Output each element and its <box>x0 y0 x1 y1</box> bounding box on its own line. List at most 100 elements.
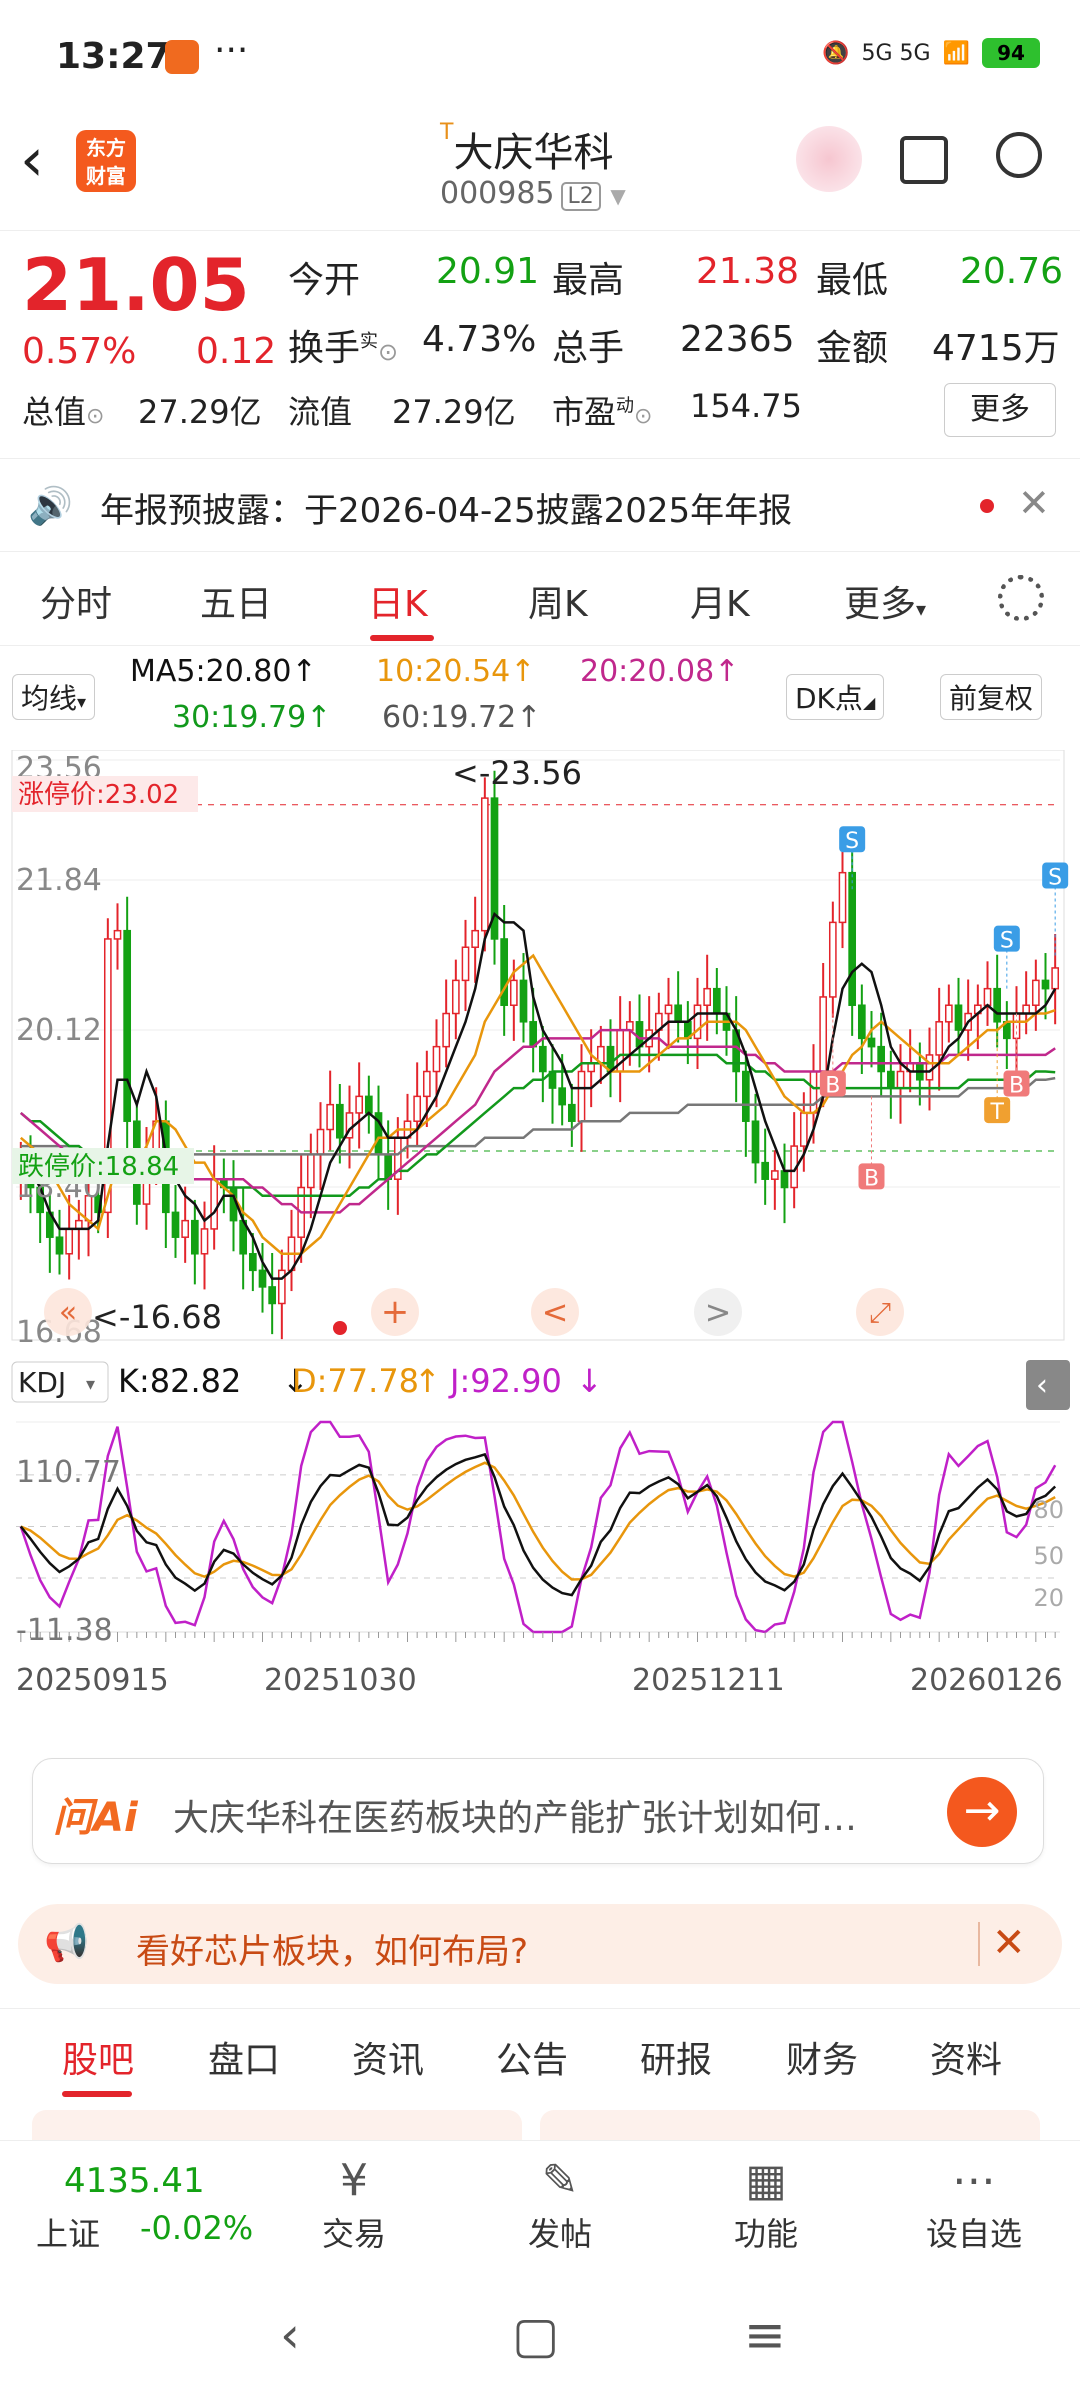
change-value: 0.12 <box>196 331 277 372</box>
signal-letter: B <box>1009 1074 1024 1099</box>
candle-body <box>1041 979 1050 990</box>
tab-weekly-k[interactable]: 周K <box>528 575 588 627</box>
x-tick-3: 20251211 <box>632 1663 785 1698</box>
turnover-label[interactable]: 换手实⊙ <box>288 319 398 371</box>
candle-body <box>819 996 828 1073</box>
chevron-down-icon: ▼ <box>610 184 626 208</box>
ai-ask-box[interactable]: 问Ai 大庆华科在医药板块的产能扩张计划如何… → <box>32 1758 1044 1864</box>
tab-five-day[interactable]: 五日 <box>200 575 272 627</box>
kline-chart[interactable]: 23.56 21.84 20.12 18.40 16.68 涨停价:23.02 … <box>10 750 1070 1700</box>
x-axis <box>20 1632 1056 1642</box>
volume-label: 总手 <box>552 328 625 369</box>
candle-body <box>809 1070 818 1114</box>
index-name: 上证 <box>36 2215 101 2253</box>
candle-body <box>780 1170 789 1189</box>
tab-indicator <box>62 2091 132 2097</box>
logo-line2: 财富 <box>86 164 126 188</box>
signal-letter: T <box>989 1100 1004 1125</box>
collapse-button[interactable] <box>1026 1360 1070 1410</box>
pe-label[interactable]: 市盈动⊙ <box>552 387 652 433</box>
ai-robot-icon[interactable] <box>796 126 862 192</box>
mcap-label[interactable]: 总值⊙ <box>22 387 104 433</box>
dock-watchlist[interactable]: ⋯ 设自选 <box>914 2153 1034 2255</box>
status-right: 🔕 5G 5G 📶 94 <box>822 38 1040 68</box>
app-logo[interactable]: 东方 财富 <box>76 130 136 192</box>
x-tick-1: 20250915 <box>16 1663 169 1698</box>
notice-bar[interactable]: 🔊 年报预披露：于2026-04-25披露2025年年报 ✕ <box>0 458 1080 552</box>
price-axis-t3: 20.12 <box>16 1013 102 1048</box>
notice-text: 年报预披露：于2026-04-25披露2025年年报 <box>100 491 793 531</box>
ai-submit-button[interactable]: → <box>947 1777 1017 1847</box>
nav-home-icon[interactable]: ▢ <box>512 2306 559 2364</box>
tab-announcements[interactable]: 公告 <box>496 2031 568 2083</box>
tab-news[interactable]: 资讯 <box>352 2031 424 2083</box>
close-icon[interactable]: ✕ <box>1018 481 1050 525</box>
candle-body <box>123 929 132 1122</box>
tab-research[interactable]: 研报 <box>640 2031 712 2083</box>
gear-icon[interactable] <box>998 575 1044 621</box>
stock-name-text: 大庆华科 <box>453 130 614 176</box>
tab-finance[interactable]: 财务 <box>786 2031 858 2083</box>
nav-menu-icon[interactable]: ≡ <box>744 2306 786 2364</box>
more-button[interactable]: 更多 <box>944 383 1056 437</box>
main-grid <box>11 750 1065 1341</box>
candle-body <box>838 871 847 924</box>
ma-legend: 均线▾ MA5:20.80↑ 10:20.54↑ 20:20.08↑ 30:19… <box>0 650 1080 750</box>
candle-body <box>770 1170 779 1180</box>
adjust-button[interactable]: 前复权 <box>940 674 1043 720</box>
promo-banner[interactable]: 📢 看好芯片板块，如何布局? ✕ <box>18 1904 1062 1984</box>
edit-icon: ✎ <box>541 2155 579 2206</box>
tab-profile[interactable]: 资料 <box>930 2031 1002 2083</box>
content-tabs: 股吧 盘口 资讯 公告 研报 财务 资料 <box>0 2008 1080 2099</box>
tab-guba[interactable]: 股吧 <box>62 2031 134 2083</box>
candle-body <box>577 1070 586 1122</box>
candle-body <box>1051 967 1060 990</box>
share-icon[interactable] <box>900 136 948 184</box>
dock-functions[interactable]: ▦ 功能 <box>706 2153 826 2255</box>
ma20-value: 20:20.08↑ <box>580 654 740 689</box>
amount-value: 4715万 <box>932 328 1060 369</box>
candles <box>16 770 1060 1340</box>
kdj-header: KDJ ▾ K:82.82 ↓ D:77.78 ↑ J:92.90 ↓ ‹ <box>11 1360 1070 1410</box>
status-time: 13:27 <box>56 36 171 77</box>
candle-body <box>200 1228 209 1255</box>
candle-body <box>1031 979 1040 1006</box>
candle-body <box>432 1045 441 1073</box>
dk-point-selector[interactable]: DK点◢ <box>786 674 885 720</box>
candle-body <box>316 1128 325 1156</box>
promo-text: 看好芯片板块，如何布局? <box>136 1932 529 1972</box>
index-value[interactable]: 4135.41 <box>64 2161 205 2201</box>
tab-pankou[interactable]: 盘口 <box>208 2031 280 2083</box>
ai-question: 大庆华科在医药板块的产能扩张计划如何… <box>173 1798 858 1839</box>
current-price: 21.05 <box>22 243 250 327</box>
tab-more[interactable]: 更多▾ <box>844 575 926 627</box>
logo-line1: 东方 <box>86 136 126 160</box>
kdj-label: KDJ <box>18 1366 66 1399</box>
close-icon[interactable]: ✕ <box>992 1920 1026 1966</box>
kdj-k-line <box>19 1452 1057 1597</box>
status-bar: 13:27 ··· 🔕 5G 5G 📶 94 <box>0 0 1080 110</box>
back-button[interactable]: ‹ <box>20 130 44 190</box>
ma-selector[interactable]: 均线▾ <box>12 674 96 720</box>
high-label: 最高 <box>552 260 625 301</box>
stock-code[interactable]: 000985 L2 ▼ <box>440 176 626 211</box>
candle-body <box>248 1253 257 1272</box>
search-icon[interactable] <box>996 132 1042 178</box>
nav-back-icon[interactable]: ‹ <box>280 2306 300 2364</box>
candle-body <box>993 987 1002 1023</box>
dock-post[interactable]: ✎ 发帖 <box>500 2153 620 2255</box>
pe-label-text: 市盈 <box>552 393 617 431</box>
dropdown-icon: ▾ <box>77 692 87 713</box>
signal-letter: B <box>864 1166 879 1191</box>
candle-body <box>113 929 122 940</box>
tab-monthly-k[interactable]: 月K <box>690 575 750 627</box>
chevron-left-icon: ‹ <box>1036 1368 1048 1403</box>
dock-trade[interactable]: ¥ 交易 <box>294 2153 414 2255</box>
ma-selector-label: 均线 <box>21 682 78 715</box>
kdj-d-line <box>20 1461 1056 1581</box>
tab-intraday[interactable]: 分时 <box>40 575 112 627</box>
kdj-level-20: 20 <box>1033 1584 1064 1612</box>
candle-body <box>799 1112 808 1147</box>
amount-label: 金额 <box>816 328 889 369</box>
tab-daily-k[interactable]: 日K <box>368 575 428 627</box>
